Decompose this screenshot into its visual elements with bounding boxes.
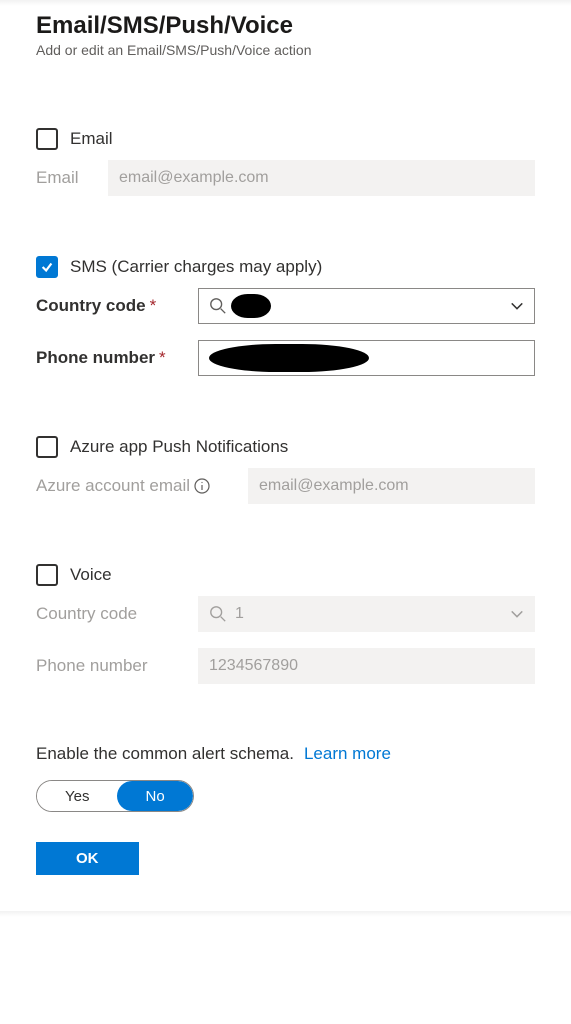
sms-checkbox-label: SMS (Carrier charges may apply) (70, 257, 322, 277)
voice-phone-input[interactable]: 1234567890 (198, 648, 535, 684)
sms-phone-label: Phone number * (36, 348, 186, 368)
email-checkbox[interactable] (36, 128, 58, 150)
sms-checkbox[interactable] (36, 256, 58, 278)
toggle-yes-button[interactable]: Yes (37, 781, 117, 811)
sms-country-code-dropdown[interactable] (198, 288, 535, 324)
voice-section: Voice Country code 1 Phone number 123456… (36, 564, 535, 684)
label-text: Phone number (36, 348, 155, 368)
voice-country-code-value: 1 (235, 605, 502, 623)
page-title: Email/SMS/Push/Voice (36, 0, 535, 40)
voice-checkbox[interactable] (36, 564, 58, 586)
push-field-label: Azure account email (36, 476, 236, 496)
sms-phone-input[interactable] (198, 340, 535, 376)
redacted-phone (209, 344, 369, 372)
voice-phone-label: Phone number (36, 656, 186, 676)
label-text: Azure account email (36, 476, 190, 496)
required-asterisk: * (150, 296, 157, 316)
push-checkbox[interactable] (36, 436, 58, 458)
search-icon (209, 605, 227, 623)
push-section: Azure app Push Notifications Azure accou… (36, 436, 535, 504)
email-checkbox-label: Email (70, 129, 113, 149)
schema-row: Enable the common alert schema. Learn mo… (36, 744, 535, 764)
voice-country-code-label: Country code (36, 604, 186, 624)
push-checkbox-label: Azure app Push Notifications (70, 437, 288, 457)
redacted-country-code (231, 294, 271, 318)
push-email-input[interactable]: email@example.com (248, 468, 535, 504)
email-section: Email Email email@example.com (36, 128, 535, 196)
chevron-down-icon (510, 299, 524, 313)
push-placeholder: email@example.com (259, 477, 524, 495)
schema-toggle: Yes No (36, 780, 194, 812)
email-input[interactable]: email@example.com (108, 160, 535, 196)
ok-button[interactable]: OK (36, 842, 139, 875)
learn-more-link[interactable]: Learn more (304, 744, 391, 764)
email-placeholder: email@example.com (119, 169, 524, 187)
check-icon (40, 260, 54, 274)
chevron-down-icon (510, 607, 524, 621)
sms-section: SMS (Carrier charges may apply) Country … (36, 256, 535, 376)
schema-text: Enable the common alert schema. (36, 744, 294, 764)
voice-phone-placeholder: 1234567890 (209, 657, 524, 675)
label-text: Country code (36, 296, 146, 316)
search-icon (209, 297, 227, 315)
voice-country-code-dropdown[interactable]: 1 (198, 596, 535, 632)
info-icon[interactable] (194, 478, 210, 494)
email-field-label: Email (36, 168, 96, 188)
sms-country-code-label: Country code * (36, 296, 186, 316)
voice-checkbox-label: Voice (70, 565, 112, 585)
page-subtitle: Add or edit an Email/SMS/Push/Voice acti… (36, 42, 535, 58)
required-asterisk: * (159, 348, 166, 368)
toggle-no-button[interactable]: No (117, 781, 192, 811)
